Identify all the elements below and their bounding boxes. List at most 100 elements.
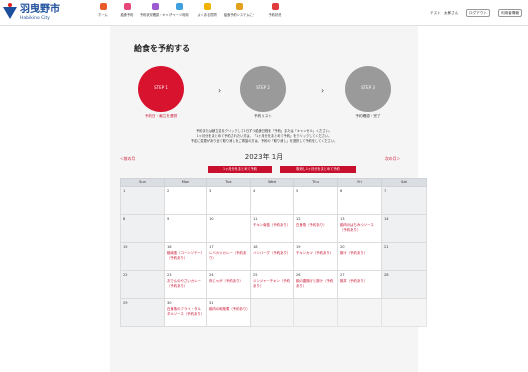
calendar-week-row: 22 23 おでんのやさいカレー（予約あり） 24 肉じゃが（予約あり） 25 ジンジャーチ… <box>120 270 427 299</box>
day-number: 10 <box>209 217 214 221</box>
day-number: 16 <box>167 245 172 249</box>
menu-item-link[interactable]: 白身魚（予約あり） <box>296 223 335 228</box>
user-name: 太郎さん <box>444 11 459 15</box>
status-icon <box>271 3 279 10</box>
day-number: 28 <box>384 273 389 277</box>
nav-item[interactable]: チャージ利用 <box>164 3 194 23</box>
calendar-day-cell[interactable]: 16 鮭南蛮（コーンソテー）（予約あり） <box>164 242 207 271</box>
page-title: 給食を予約する <box>134 44 190 53</box>
calendar-day-cell[interactable]: 20 豚汁（予約あり） <box>337 242 382 271</box>
bulk-reserve-button[interactable]: 1ヶ月分をまとめて予約 <box>208 166 272 173</box>
user-settings-button[interactable]: 利用者情報 <box>498 9 522 17</box>
menu-item-link[interactable]: 豚汁（予約あり） <box>340 251 379 256</box>
logo-text-jp[interactable]: 羽曳野市 <box>20 4 60 16</box>
nav-item[interactable]: 予約状況 <box>260 3 290 23</box>
bulk-cancel-button[interactable]: 取消し1ヶ月分をまとめて予約 <box>280 166 356 173</box>
step-arrow-1-icon: › <box>218 86 222 95</box>
menu-item-link[interactable]: 白身魚のフライ・タルタルソース（予約あり） <box>167 307 204 316</box>
user-prefix: テスト <box>430 11 441 15</box>
notice-line-3: 予定に変更があり全て取り消しをご希望の方は、予約の「取り消し」を選択して予約をし… <box>190 139 338 143</box>
step-1-number: STEP 1 <box>154 85 168 90</box>
calendar-day-cell[interactable]: 11 チキン南蛮（予約あり） <box>250 214 294 243</box>
day-number: 4 <box>253 189 256 193</box>
menu-item-link[interactable]: チキン南蛮（予約あり） <box>253 223 291 228</box>
day-number: 22 <box>123 273 128 277</box>
day-number: 20 <box>340 245 345 249</box>
calendar-empty-cell <box>381 298 427 327</box>
calendar-day-cell[interactable]: 18 ハンバーグ（予約あり） <box>250 242 294 271</box>
calendar-day-cell[interactable]: 21 <box>381 242 427 271</box>
calendar-empty-cell <box>337 298 382 327</box>
nav-item-label: 給食予約 <box>120 13 134 17</box>
calendar-day-cell[interactable]: 28 <box>381 270 427 299</box>
menu-item-link[interactable]: 鮭南蛮（コーンソテー）（予約あり） <box>167 251 204 260</box>
calendar-day-cell[interactable]: 6 <box>337 186 382 215</box>
day-number: 24 <box>209 273 214 277</box>
step-2-label: 予約リスト <box>254 114 272 118</box>
calendar-day-cell[interactable]: 14 <box>381 214 427 243</box>
day-number: 30 <box>167 301 172 305</box>
calendar-week-row: 8 9 10 11 チキン南蛮（予約あり） 12 白身魚（予約あり） 13 鶏肉のはちみつソース… <box>120 214 427 243</box>
calendar-empty-cell <box>250 298 294 327</box>
calendar-day-cell[interactable]: 24 肉じゃが（予約あり） <box>206 270 251 299</box>
step-3-number: STEP 3 <box>361 85 375 90</box>
day-number: 15 <box>123 245 128 249</box>
calendar-day-cell[interactable]: 2 <box>164 186 207 215</box>
menu-item-link[interactable]: レバカツカレー（予約あり） <box>209 251 248 260</box>
menu-item-link[interactable]: 鶏肉のはちみつソース（予約あり） <box>340 223 379 232</box>
nav-item-label: チャージ利用 <box>169 13 189 17</box>
calendar-empty-cell <box>293 298 338 327</box>
menu-item-link[interactable]: チキンカツ（予約あり） <box>296 251 335 256</box>
menu-item-link[interactable]: 鶏肉の和風煮（予約あり） <box>209 307 250 312</box>
calendar-day-cell[interactable]: 13 鶏肉のはちみつソース（予約あり） <box>337 214 382 243</box>
calendar-day-cell[interactable]: 31 鶏肉の和風煮（予約あり） <box>206 298 251 327</box>
calendar-day-cell[interactable]: 30 白身魚のフライ・タルタルソース（予約あり） <box>164 298 207 327</box>
step-1-circle: STEP 1 <box>138 66 184 112</box>
calendar-day-cell[interactable]: 25 ジンジャーチキン（予約あり） <box>250 270 294 299</box>
menu-item-link[interactable]: 豚丼（予約あり） <box>340 279 379 284</box>
nav-item[interactable]: 給食予約 <box>112 3 142 23</box>
calendar-day-cell[interactable]: 4 <box>250 186 294 215</box>
calendar-table: Sun Mon Tue Wed Thu Fri Sat 1 2 3 4 5 6 7 8 9 10 11 チキン南蛮… <box>120 178 427 327</box>
calendar-check-icon <box>151 3 159 10</box>
calendar-day-cell[interactable]: 15 <box>120 242 165 271</box>
day-number: 9 <box>167 217 170 221</box>
next-month-link[interactable]: 次の月＞ <box>385 156 400 161</box>
menu-item-link[interactable]: おでんのやさいカレー（予約あり） <box>167 279 204 288</box>
logout-button[interactable]: ログアウト <box>466 9 490 17</box>
day-number: 6 <box>340 189 343 193</box>
calendar-day-cell[interactable]: 26 鶏の唐揚げと豚汁（予約あり） <box>293 270 338 299</box>
menu-item-link[interactable]: 肉じゃが（予約あり） <box>209 279 248 284</box>
calendar-day-cell[interactable]: 7 <box>381 186 427 215</box>
calendar-week-row: 1 2 3 4 5 6 7 <box>120 186 427 215</box>
nav-item[interactable]: よくある質問 <box>192 3 222 23</box>
city-emblem-icon <box>3 7 17 19</box>
calendar-day-cell[interactable]: 29 <box>120 298 165 327</box>
prev-month-link[interactable]: ＜前の月 <box>120 156 135 161</box>
calendar-day-cell[interactable]: 1 <box>120 186 165 215</box>
calendar-day-cell[interactable]: 27 豚丼（予約あり） <box>337 270 382 299</box>
calendar-day-cell[interactable]: 3 <box>206 186 251 215</box>
nav-item[interactable]: 給食予約システムについて <box>224 3 254 23</box>
day-number: 8 <box>123 217 126 221</box>
calendar-day-cell[interactable]: 22 <box>120 270 165 299</box>
calendar-day-cell[interactable]: 9 <box>164 214 207 243</box>
calendar-day-cell[interactable]: 8 <box>120 214 165 243</box>
calendar-day-cell[interactable]: 5 <box>293 186 338 215</box>
nav-item-label: 予約状況 <box>268 13 282 17</box>
menu-item-link[interactable]: ジンジャーチキン（予約あり） <box>253 279 291 288</box>
day-number: 31 <box>209 301 214 305</box>
calendar-day-cell[interactable]: 12 白身魚（予約あり） <box>293 214 338 243</box>
menu-item-link[interactable]: 鶏の唐揚げと豚汁（予約あり） <box>296 279 335 288</box>
calendar-day-cell[interactable]: 10 <box>206 214 251 243</box>
menu-item-link[interactable]: ハンバーグ（予約あり） <box>253 251 291 256</box>
calendar-day-cell[interactable]: 23 おでんのやさいカレー（予約あり） <box>164 270 207 299</box>
nav-item-label: 給食予約システムについて <box>224 13 254 17</box>
nav-item-label: よくある質問 <box>197 13 217 17</box>
logo-text-en[interactable]: Habikino City <box>20 16 50 22</box>
weekday-header: Fri <box>337 178 382 187</box>
step-3-label: 予約確認・完了 <box>355 114 381 118</box>
calendar-day-cell[interactable]: 19 チキンカツ（予約あり） <box>293 242 338 271</box>
calendar-week-row: 29 30 白身魚のフライ・タルタルソース（予約あり） 31 鶏肉の和風煮（予約あり） <box>120 298 427 327</box>
calendar-day-cell[interactable]: 17 レバカツカレー（予約あり） <box>206 242 251 271</box>
